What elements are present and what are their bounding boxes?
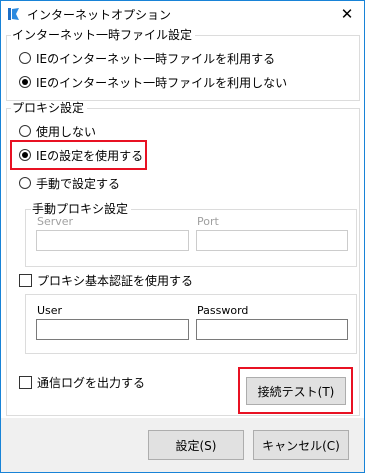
proxy-legend: プロキシ設定 (11, 101, 88, 115)
checkbox-label: 通信ログを出力する (37, 376, 146, 390)
port-input[interactable] (196, 230, 348, 251)
radio-dot-selected (19, 76, 31, 88)
server-input[interactable] (36, 230, 189, 251)
title-bar: インターネットオプション ✕ (1, 1, 364, 27)
internet-options-dialog: インターネットオプション ✕ インターネット一時ファイル設定 IEのインターネッ… (0, 0, 365, 473)
close-icon[interactable]: ✕ (330, 1, 364, 27)
password-input[interactable] (196, 319, 348, 340)
port-label: Port (197, 215, 219, 228)
manual-proxy-legend: 手動プロキシ設定 (31, 202, 132, 216)
app-icon (8, 8, 19, 20)
user-label: User (37, 304, 63, 317)
user-input[interactable] (36, 319, 189, 340)
radio-dot (19, 177, 31, 189)
temp-files-group (6, 35, 360, 101)
server-label: Server (37, 215, 74, 228)
ok-button[interactable]: 設定(S) (148, 430, 244, 460)
radio-label: IEのインターネット一時ファイルを利用する (36, 52, 276, 66)
radio-label: 使用しない (36, 125, 97, 139)
checkbox-box (19, 376, 32, 389)
radio-label: IEのインターネット一時ファイルを利用しない (36, 76, 288, 90)
ie-settings-highlight (10, 140, 147, 170)
checkbox-label: プロキシ基本認証を使用する (37, 274, 194, 288)
radio-label: 手動で設定する (36, 177, 121, 191)
radio-dot (19, 125, 31, 137)
test-button-highlight (238, 367, 353, 414)
temp-files-legend: インターネット一時ファイル設定 (11, 28, 196, 42)
radio-dot (19, 52, 31, 64)
settings-panel: インターネット一時ファイル設定 IEのインターネット一時ファイルを利用する IE… (1, 27, 364, 418)
window-title: インターネットオプション (27, 8, 172, 22)
password-label: Password (197, 304, 249, 317)
cancel-button[interactable]: キャンセル(C) (253, 430, 349, 460)
checkbox-box (19, 274, 32, 287)
